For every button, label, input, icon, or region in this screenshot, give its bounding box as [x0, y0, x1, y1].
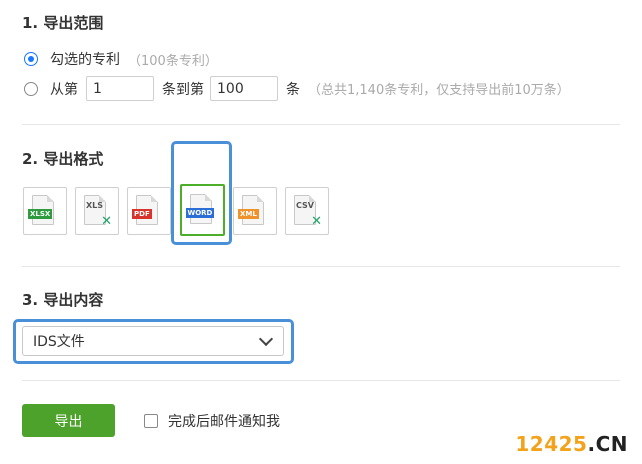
range-middle: 条到第 — [162, 81, 204, 98]
format-pdf[interactable]: PDF — [127, 187, 171, 235]
csv-file-icon: CSV ✕ — [294, 195, 322, 228]
divider — [22, 266, 620, 267]
radio-selected-patents[interactable] — [24, 52, 38, 66]
range-option-selected[interactable]: 勾选的专利 （100条专利） — [24, 49, 218, 69]
format-word[interactable]: WORD — [180, 184, 225, 236]
content-select[interactable]: IDS文件 — [22, 326, 284, 356]
range-prefix: 从第 — [50, 81, 78, 98]
range-option-range[interactable]: 从第 条到第 条 （总共1,140条专利，仅支持导出前10万条） — [24, 76, 570, 101]
site-watermark: 12425.CN — [515, 432, 628, 456]
range-suffix: 条 — [286, 81, 300, 98]
xls-file-icon: XLS ✕ — [84, 195, 112, 228]
range-start-input[interactable] — [86, 76, 154, 101]
notify-label: 完成后邮件通知我 — [168, 414, 280, 430]
range-option-selected-label: 勾选的专利 — [50, 52, 120, 68]
notify-option[interactable]: 完成后邮件通知我 — [144, 411, 280, 431]
divider — [22, 124, 620, 125]
range-end-input[interactable] — [210, 76, 278, 101]
divider — [22, 380, 620, 381]
radio-range[interactable] — [24, 81, 38, 96]
range-section-title: 1. 导出范围 — [22, 14, 104, 32]
format-xls[interactable]: XLS ✕ — [75, 187, 119, 235]
range-hint: （总共1,140条专利，仅支持导出前10万条） — [308, 83, 570, 98]
xml-file-icon: XML — [238, 195, 268, 227]
format-section-title: 2. 导出格式 — [22, 150, 104, 168]
format-xml[interactable]: XML — [233, 187, 277, 235]
word-file-icon: WORD — [185, 194, 216, 226]
notify-checkbox[interactable] — [144, 414, 158, 428]
format-csv[interactable]: CSV ✕ — [285, 187, 329, 235]
export-button[interactable]: 导出 — [22, 404, 115, 437]
content-select-value: IDS文件 — [33, 334, 85, 350]
xlsx-file-icon: XLSX — [28, 195, 58, 227]
range-option-selected-hint: （100条专利） — [128, 53, 218, 69]
chevron-down-icon — [258, 331, 274, 347]
content-section-title: 3. 导出内容 — [22, 291, 104, 309]
format-xlsx[interactable]: XLSX — [23, 187, 67, 235]
pdf-file-icon: PDF — [132, 195, 162, 227]
